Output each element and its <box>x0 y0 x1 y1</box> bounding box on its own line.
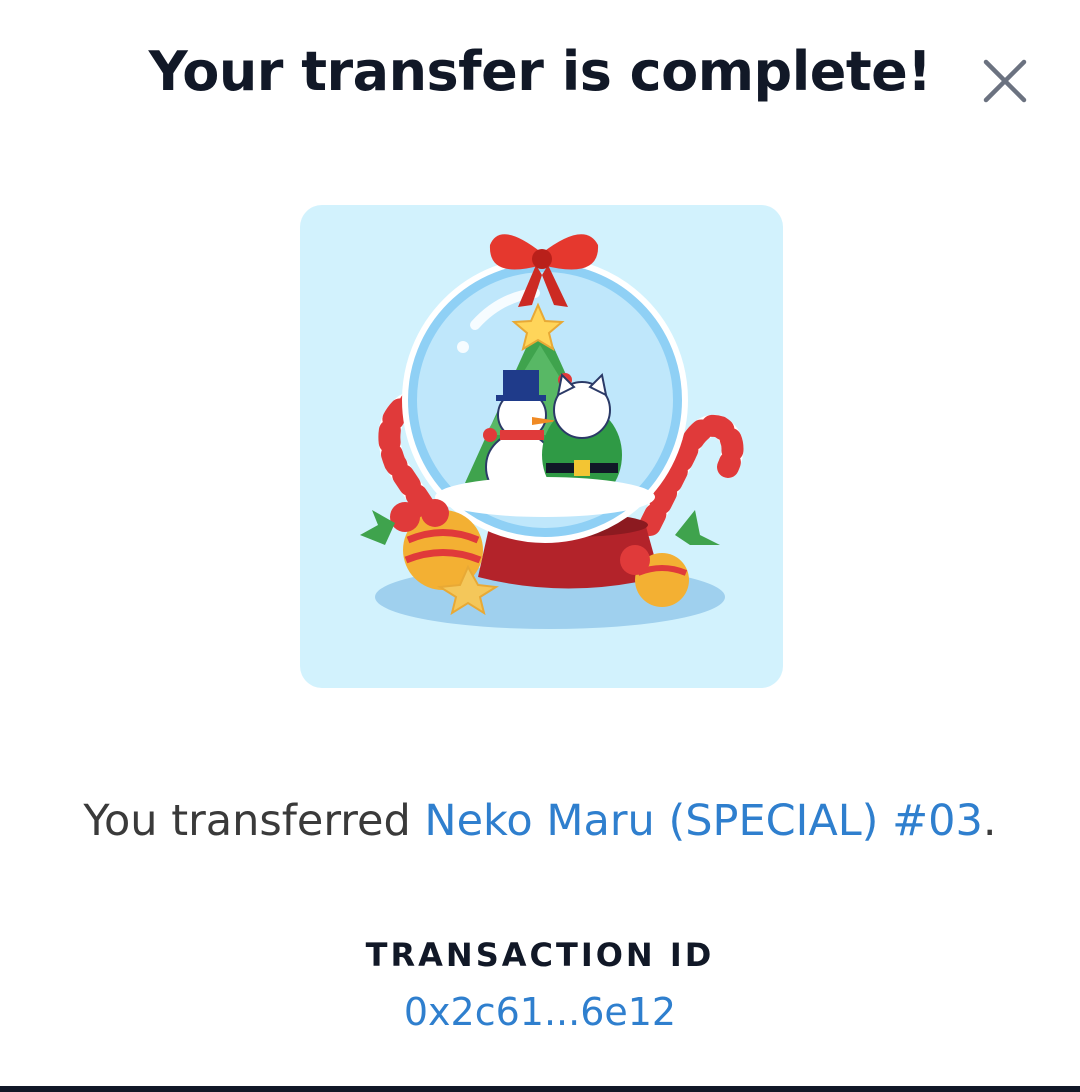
transfer-prefix: You transferred <box>83 796 425 846</box>
transfer-message: You transferred Neko Maru (SPECIAL) #03. <box>0 796 1080 846</box>
transfer-suffix: . <box>982 796 997 846</box>
nft-image <box>300 205 783 688</box>
modal-title: Your transfer is complete! <box>148 40 932 103</box>
transaction-id-link[interactable]: 0x2c61...6e12 <box>0 990 1080 1034</box>
close-icon <box>983 59 1027 103</box>
bottom-divider <box>0 1086 1080 1092</box>
close-button[interactable] <box>982 58 1028 104</box>
transaction-id-label: TRANSACTION ID <box>365 936 715 974</box>
snow-globe-illustration <box>360 234 744 629</box>
nft-name-link[interactable]: Neko Maru (SPECIAL) #03 <box>424 796 982 846</box>
